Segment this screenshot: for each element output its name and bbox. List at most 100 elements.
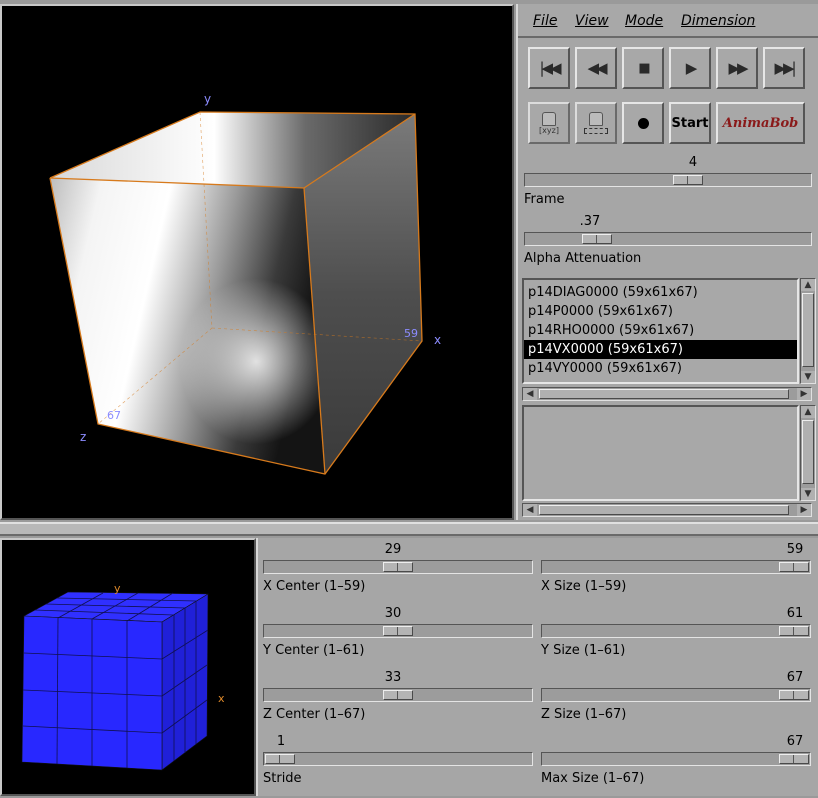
disk-icon	[542, 111, 556, 126]
x-center-slider[interactable]	[263, 560, 533, 574]
mini-axis-y-label: y	[114, 582, 121, 595]
secondary-list-hscrollbar[interactable]: ◀ ▶	[522, 503, 812, 517]
scroll-down-icon[interactable]: ▼	[801, 371, 815, 383]
play-icon: ▶	[685, 59, 697, 77]
axis-x-max-label: 59	[404, 327, 418, 340]
frame-slider-thumb[interactable]	[673, 175, 704, 185]
record-icon	[637, 117, 649, 129]
secondary-list-vscrollbar[interactable]: ▲ ▼	[800, 405, 816, 501]
menu-view[interactable]: View	[575, 13, 609, 29]
xyz-export-button[interactable]: [xyz]	[528, 102, 570, 144]
x-size-value: 59	[786, 542, 804, 557]
play-button[interactable]: ▶	[669, 47, 711, 89]
stop-icon: ■	[638, 60, 650, 76]
image-export-button[interactable]	[575, 102, 617, 144]
last-frame-button[interactable]: ▶▶|	[763, 47, 805, 89]
y-center-value: 30	[384, 606, 402, 621]
frame-slider[interactable]	[524, 173, 812, 187]
scroll-up-icon[interactable]: ▲	[801, 279, 815, 291]
y-size-label: Y Size (1–61)	[541, 643, 626, 658]
max-size-value: 67	[786, 734, 804, 749]
fast-forward-icon: ▶▶	[728, 59, 748, 77]
stride-slider[interactable]	[263, 752, 533, 766]
list-item[interactable]: p14P0000 (59x61x67)	[524, 302, 797, 321]
list-item-selected[interactable]: p14VX0000 (59x61x67)	[524, 340, 797, 359]
control-panel: File View Mode Dimension |◀◀ ◀◀ ■ ▶ ▶▶ ▶…	[516, 4, 818, 520]
list-item[interactable]: p14RHO0000 (59x61x67)	[524, 321, 797, 340]
slider-thumb[interactable]	[383, 690, 413, 700]
axis-y-label: y	[204, 92, 211, 106]
rewind-icon: ◀◀	[587, 59, 607, 77]
slider-thumb[interactable]	[779, 754, 809, 764]
slider-thumb[interactable]	[779, 690, 809, 700]
slider-thumb[interactable]	[383, 562, 413, 572]
max-size-label: Max Size (1–67)	[541, 771, 645, 786]
scroll-left-icon[interactable]: ◀	[523, 388, 537, 400]
z-size-value: 67	[786, 670, 804, 685]
x-center-value: 29	[384, 542, 402, 557]
menu-mode[interactable]: Mode	[625, 13, 663, 29]
y-center-slider[interactable]	[263, 624, 533, 638]
stride-label: Stride	[263, 771, 302, 786]
menu-dimension[interactable]: Dimension	[681, 13, 755, 29]
list-item[interactable]: p14DIAG0000 (59x61x67)	[524, 283, 797, 302]
slider-thumb[interactable]	[383, 626, 413, 636]
y-center-label: Y Center (1–61)	[263, 643, 365, 658]
skip-forward-icon: ▶▶|	[774, 59, 796, 77]
alpha-value: .37	[579, 214, 601, 229]
animabob-button[interactable]: AnimaBob	[716, 102, 805, 144]
orientation-cube[interactable]: y x	[2, 540, 254, 794]
x-center-label: X Center (1–59)	[263, 579, 366, 594]
scroll-down-icon[interactable]: ▼	[801, 488, 815, 500]
menu-file[interactable]: File	[533, 13, 557, 29]
dataset-list-hscrollbar[interactable]: ◀ ▶	[522, 387, 812, 401]
alpha-label: Alpha Attenuation	[524, 251, 642, 266]
alpha-slider-thumb[interactable]	[581, 234, 612, 244]
record-button[interactable]	[622, 102, 664, 144]
stop-button[interactable]: ■	[622, 47, 664, 89]
scroll-up-icon[interactable]: ▲	[801, 406, 815, 418]
z-center-value: 33	[384, 670, 402, 685]
start-button[interactable]: Start	[669, 102, 711, 144]
z-center-slider[interactable]	[263, 688, 533, 702]
film-strip-icon	[584, 128, 608, 134]
z-center-label: Z Center (1–67)	[263, 707, 366, 722]
z-size-slider[interactable]	[541, 688, 811, 702]
frame-value: 4	[688, 155, 698, 170]
axis-z-max-label: 67	[107, 409, 121, 422]
axis-x-label: x	[434, 333, 441, 347]
max-size-slider[interactable]	[541, 752, 811, 766]
stride-value: 1	[276, 734, 286, 749]
volume-viewer[interactable]: y x z 59 67	[0, 4, 514, 520]
secondary-list[interactable]	[522, 405, 799, 501]
dataset-list[interactable]: p14DIAG0000 (59x61x67) p14P0000 (59x61x6…	[522, 278, 799, 384]
dataset-list-vscrollbar[interactable]: ▲ ▼	[800, 278, 816, 384]
disk-icon	[589, 112, 603, 126]
xyz-label: [xyz]	[539, 125, 559, 135]
orientation-view[interactable]: y x	[0, 538, 256, 796]
extent-panel: 29 X Center (1–59) 59 X Size (1–59) 30 Y…	[256, 538, 818, 796]
x-size-slider[interactable]	[541, 560, 811, 574]
scroll-right-icon[interactable]: ▶	[797, 388, 811, 400]
menu-bar: File View Mode Dimension	[518, 4, 818, 38]
x-size-label: X Size (1–59)	[541, 579, 627, 594]
scroll-left-icon[interactable]: ◀	[523, 504, 537, 516]
z-size-label: Z Size (1–67)	[541, 707, 627, 722]
slider-thumb[interactable]	[265, 754, 295, 764]
slider-thumb[interactable]	[779, 626, 809, 636]
alpha-slider[interactable]	[524, 232, 812, 246]
scroll-right-icon[interactable]: ▶	[797, 504, 811, 516]
y-size-value: 61	[786, 606, 804, 621]
pane-separator[interactable]	[0, 522, 818, 536]
axis-z-label: z	[80, 430, 86, 444]
volume-render[interactable]: y x z 59 67	[2, 6, 512, 518]
slider-thumb[interactable]	[779, 562, 809, 572]
list-item[interactable]: p14VY0000 (59x61x67)	[524, 359, 797, 378]
skip-back-icon: |◀◀	[539, 59, 561, 77]
first-frame-button[interactable]: |◀◀	[528, 47, 570, 89]
rewind-button[interactable]: ◀◀	[575, 47, 617, 89]
fast-forward-button[interactable]: ▶▶	[716, 47, 758, 89]
y-size-slider[interactable]	[541, 624, 811, 638]
mini-axis-x-label: x	[218, 692, 225, 705]
frame-label: Frame	[524, 192, 565, 207]
